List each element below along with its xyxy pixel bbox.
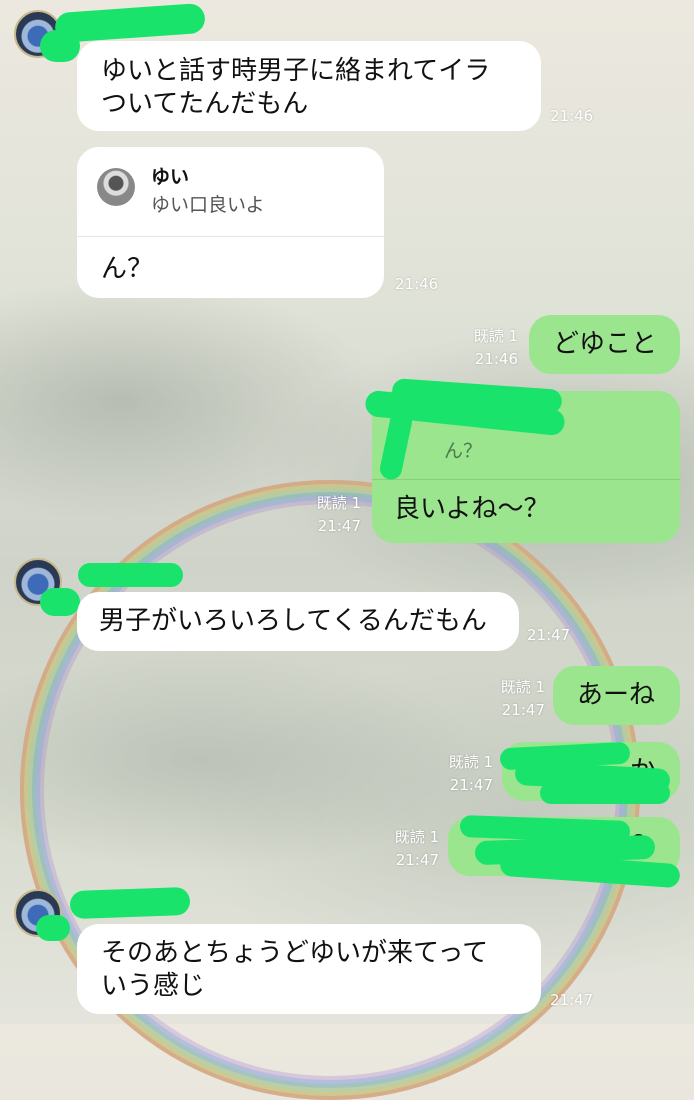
- quote-divider: [372, 479, 680, 480]
- message-time: 21:47: [449, 776, 493, 794]
- message-time: 21:47: [317, 517, 361, 535]
- redaction-mark: [540, 782, 670, 804]
- message-time: 21:47: [550, 991, 594, 1009]
- read-receipt: 既読 1: [473, 327, 518, 345]
- read-receipt: 既読 1: [500, 678, 545, 696]
- redaction-mark: [40, 588, 80, 616]
- quote-divider: [77, 236, 384, 237]
- message-text: あーね: [577, 680, 656, 710]
- read-receipt: 既読 1: [394, 828, 439, 846]
- redacted-name: [69, 886, 191, 920]
- message-bubble-outgoing[interactable]: あーね: [553, 666, 680, 725]
- redaction-mark: [40, 30, 80, 62]
- message-time: 21:47: [501, 701, 545, 719]
- quoted-avatar: [97, 168, 135, 206]
- message-text: ん？: [101, 254, 154, 284]
- message-time: 21:46: [550, 107, 594, 125]
- message-text: どゆこと: [553, 329, 658, 359]
- message-time: 21:47: [527, 626, 571, 644]
- message-time: 21:46: [395, 275, 439, 293]
- message-bubble-incoming[interactable]: 男子がいろいろしてくるんだもん: [77, 592, 519, 651]
- redaction-mark: [36, 915, 70, 941]
- quoted-text: ゆい口良いよ: [151, 194, 265, 216]
- message-text: ゆいと話す時男子に絡まれてイラ ついてたんだもん: [101, 56, 491, 119]
- quoted-text: ん？: [444, 440, 483, 462]
- message-text: そのあとちょうどゆいが来てって いう感じ: [101, 938, 489, 1001]
- read-receipt: 既読 1: [448, 753, 493, 771]
- message-text: 男子がいろいろしてくるんだもん: [99, 606, 487, 636]
- reply-bubble-incoming[interactable]: ゆい ゆい口良いよ ん？: [77, 147, 384, 298]
- message-bubble-incoming[interactable]: ゆいと話す時男子に絡まれてイラ ついてたんだもん: [77, 41, 541, 131]
- message-time: 21:46: [474, 350, 518, 368]
- message-bubble-incoming[interactable]: そのあとちょうどゆいが来てって いう感じ: [77, 924, 541, 1014]
- redacted-name: [78, 563, 183, 587]
- message-text: 良いよね〜？: [394, 494, 550, 524]
- message-time: 21:47: [395, 851, 439, 869]
- message-bubble-outgoing[interactable]: どゆこと: [529, 315, 680, 374]
- read-receipt: 既読 1: [316, 494, 361, 512]
